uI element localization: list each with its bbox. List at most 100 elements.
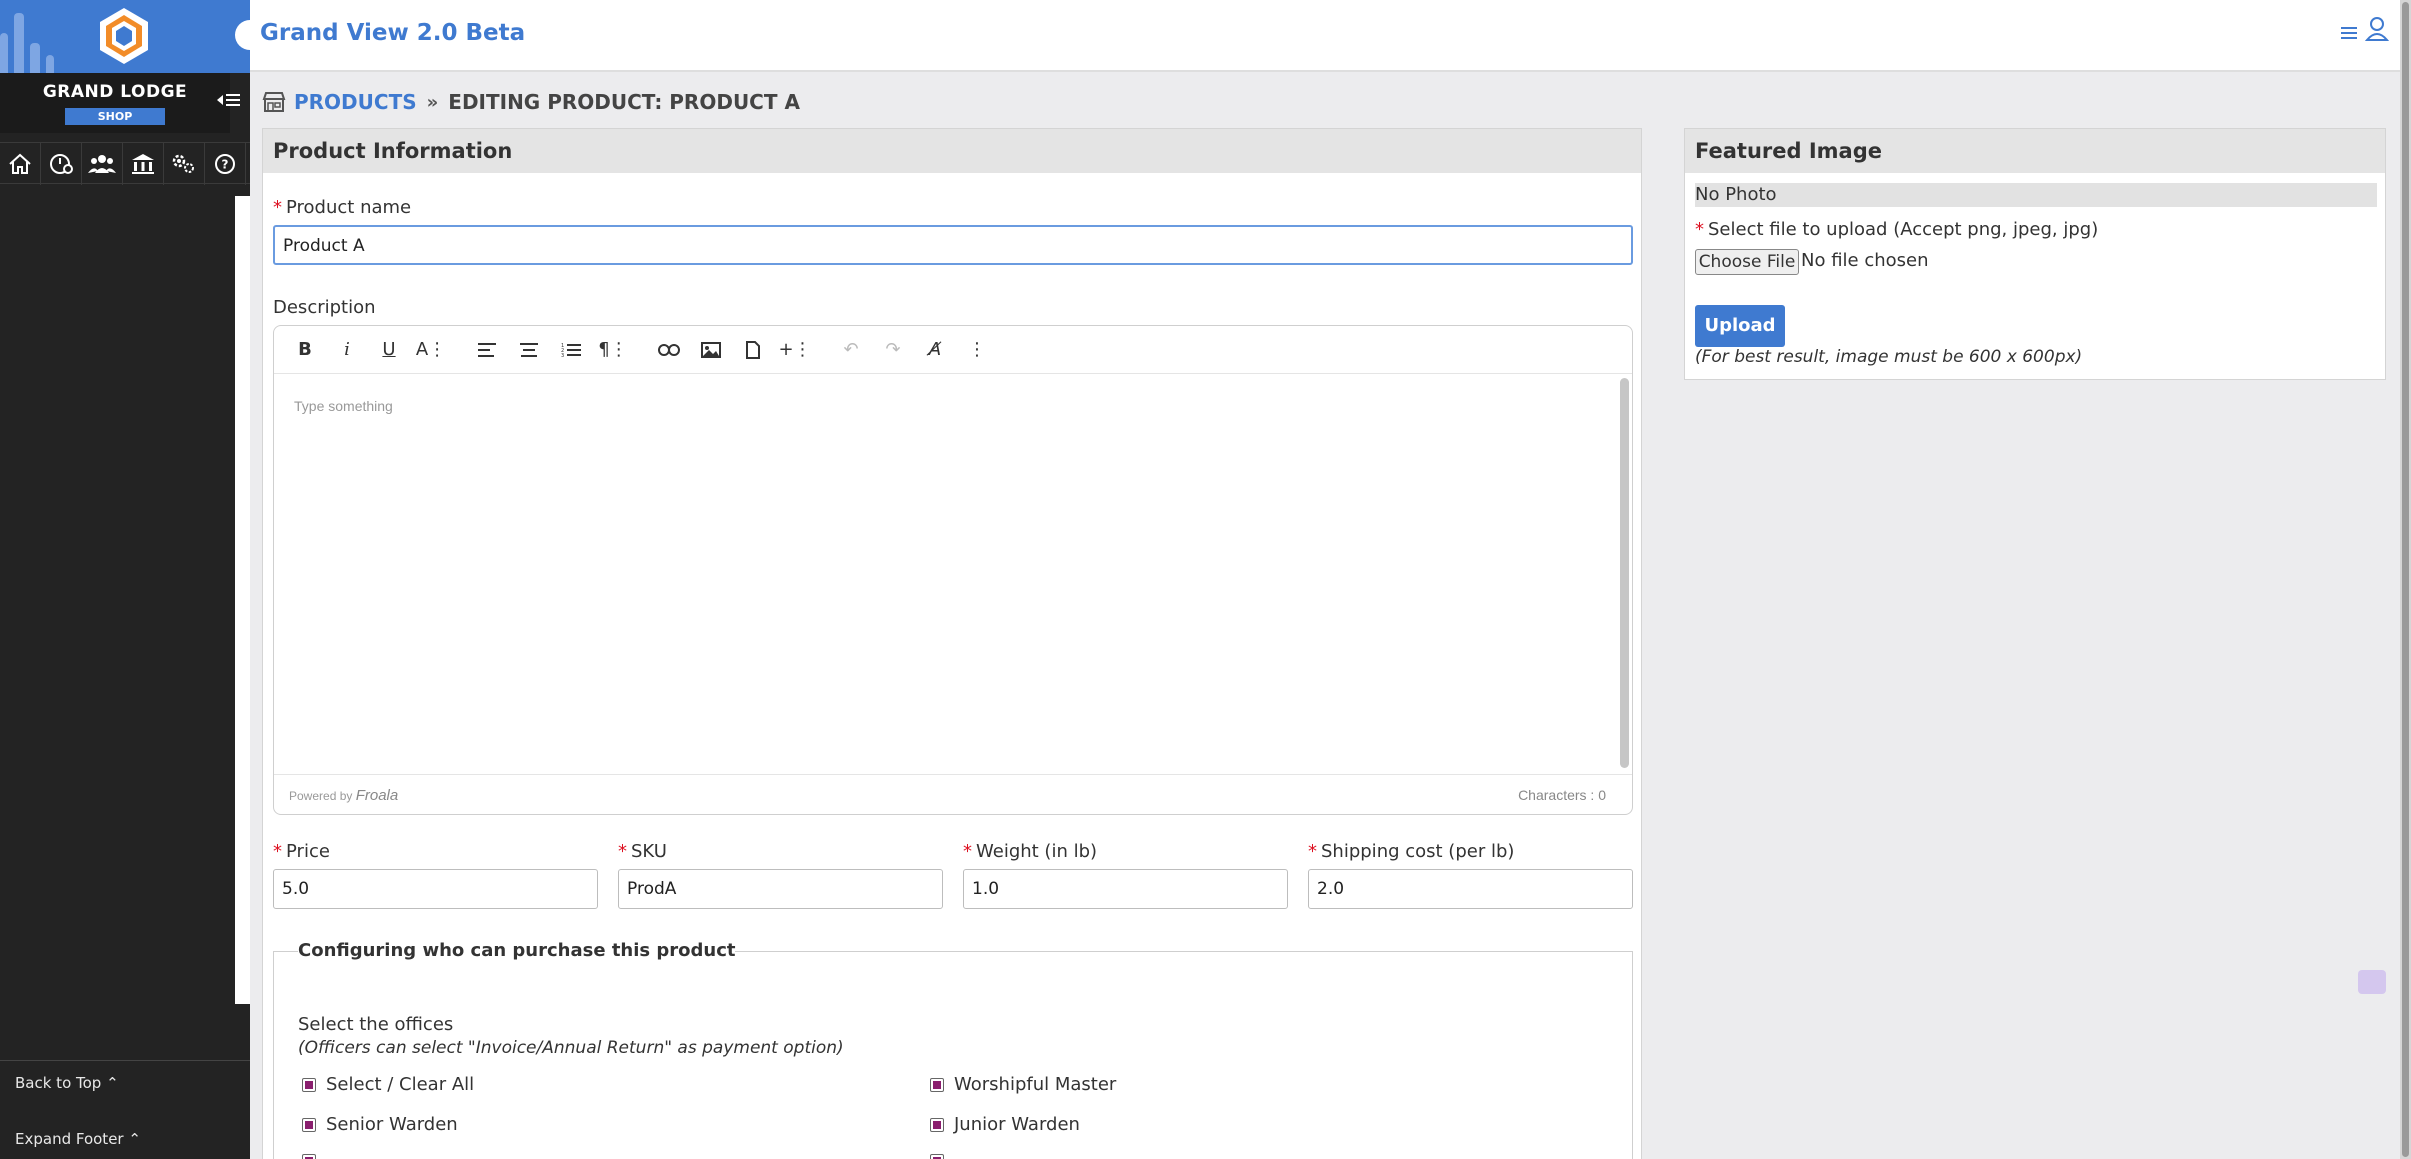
sidebar: GRAND LODGE SHOP ? Back to Top ⌃ Expand … (0, 0, 250, 1159)
sku-label: * SKU (618, 841, 667, 862)
align-center-icon (520, 342, 538, 357)
shipping-cost-input[interactable]: 2.0 (1308, 869, 1633, 909)
chevron-double-right-icon: » (426, 91, 439, 113)
bold-icon: B (298, 339, 312, 360)
shipping-cost-label: * Shipping cost (per lb) (1308, 841, 1515, 862)
collapse-menu-icon (217, 94, 240, 106)
select-file-label: * Select file to upload (Accept png, jpeg… (1695, 219, 2099, 240)
editor-toolbar: B i U A⋮ 123 ¶⋮ +⋮ ↶ ↷ A̸ ⋮ (274, 326, 1632, 374)
italic-button[interactable]: i (326, 330, 368, 370)
sidebar-panel-edge (235, 196, 250, 1004)
product-information-panel: Product Information * Product name Produc… (262, 128, 1642, 1159)
text-format-button[interactable]: A⋮ (410, 330, 452, 370)
hamburger-icon (2341, 27, 2357, 39)
user-icon (2364, 17, 2390, 41)
shop-store-icon (262, 91, 286, 113)
sku-input[interactable]: ProdA (618, 869, 943, 909)
office-option[interactable]: Worshipful Master (930, 1074, 1116, 1095)
price-input[interactable]: 5.0 (273, 869, 598, 909)
brand-name: GRAND LODGE (42, 82, 188, 102)
chat-widget-icon[interactable] (2358, 970, 2386, 994)
checkbox-checked[interactable] (302, 1117, 316, 1132)
clear-format-button[interactable]: A̸ (914, 330, 956, 370)
back-to-top-link[interactable]: Back to Top ⌃ (15, 1074, 119, 1092)
clear-format-icon: A̸ (928, 339, 942, 360)
ordered-list-button[interactable]: 123 (550, 330, 592, 370)
bold-button[interactable]: B (284, 330, 326, 370)
expand-footer-link[interactable]: Expand Footer ⌃ (15, 1130, 141, 1148)
powered-by[interactable]: Powered by Froala (289, 787, 398, 804)
home-icon (9, 153, 31, 174)
align-left-icon (478, 342, 496, 357)
top-header: Grand View 2.0 Beta (235, 0, 2400, 72)
purchase-config-legend: Configuring who can purchase this produc… (298, 940, 736, 961)
editor-footer: Powered by Froala Characters : 0 (274, 774, 1632, 814)
office-option-partial[interactable] (930, 1154, 954, 1159)
checkbox-checked[interactable] (930, 1154, 944, 1159)
no-file-chosen-text: No file chosen (1801, 250, 1929, 271)
dashboard-gauge-icon (50, 154, 73, 174)
link-icon (658, 343, 680, 356)
more-options-button[interactable]: ⋮ (956, 330, 998, 370)
italic-icon: i (344, 339, 350, 360)
lodge-building-icon (132, 154, 154, 174)
nav-lodges[interactable] (123, 143, 164, 185)
brand-text: GRAND LODGE SHOP (0, 73, 230, 133)
ordered-list-icon: 123 (561, 343, 581, 358)
office-option[interactable]: Select / Clear All (302, 1074, 474, 1095)
nav-home[interactable] (0, 143, 41, 185)
underline-button[interactable]: U (368, 330, 410, 370)
paragraph-icon: ¶⋮ (598, 339, 628, 360)
purchase-config-fieldset: Configuring who can purchase this produc… (273, 940, 1633, 1159)
checkbox-checked[interactable] (930, 1077, 944, 1092)
more-insert-button[interactable]: +⋮ (774, 330, 816, 370)
checkbox-checked[interactable] (302, 1154, 316, 1159)
nav-members[interactable] (82, 143, 123, 185)
image-size-hint: (For best result, image must be 600 x 60… (1695, 347, 2083, 367)
insert-image-button[interactable] (690, 330, 732, 370)
checkbox-checked[interactable] (302, 1077, 316, 1092)
nav-settings[interactable] (164, 143, 205, 185)
description-label: Description (273, 297, 376, 318)
page-scrollbar[interactable] (2400, 0, 2411, 1159)
page-scrollbar-thumb[interactable] (2402, 2, 2409, 1157)
checkbox-checked[interactable] (930, 1117, 944, 1132)
more-vertical-icon: ⋮ (968, 339, 986, 360)
redo-icon: ↷ (885, 339, 901, 360)
upload-button[interactable]: Upload (1695, 305, 1785, 347)
app-title: Grand View 2.0 Beta (260, 20, 526, 46)
undo-button[interactable]: ↶ (830, 330, 872, 370)
collapse-sidebar-button[interactable] (212, 90, 246, 116)
plus-more-icon: +⋮ (778, 339, 812, 360)
featured-image-heading: Featured Image (1685, 129, 2385, 173)
breadcrumb-current: EDITING PRODUCT: PRODUCT A (448, 90, 800, 114)
insert-file-button[interactable] (732, 330, 774, 370)
choose-file-button[interactable]: Choose File (1695, 249, 1799, 275)
undo-icon: ↶ (843, 339, 859, 360)
product-name-input[interactable]: Product A (273, 225, 1633, 265)
image-icon (701, 341, 721, 358)
office-option-partial[interactable] (302, 1154, 326, 1159)
insert-link-button[interactable] (648, 330, 690, 370)
product-information-heading: Product Information (263, 129, 1641, 173)
align-left-button[interactable] (466, 330, 508, 370)
paragraph-format-button[interactable]: ¶⋮ (592, 330, 634, 370)
nav-dashboard[interactable] (41, 143, 82, 185)
editor-scrollbar[interactable] (1620, 378, 1629, 768)
user-profile-button[interactable] (2364, 16, 2390, 46)
align-center-button[interactable] (508, 330, 550, 370)
menu-button[interactable] (2340, 20, 2358, 48)
character-count: Characters : 0 (1518, 787, 1606, 803)
redo-button[interactable]: ↷ (872, 330, 914, 370)
grand-lodge-logo-icon[interactable] (98, 6, 150, 66)
froala-logo: Froala (355, 787, 399, 804)
weight-input[interactable]: 1.0 (963, 869, 1288, 909)
nav-help[interactable]: ? (205, 143, 246, 185)
office-option[interactable]: Junior Warden (930, 1114, 1080, 1135)
price-label: * Price (273, 841, 330, 862)
weight-label: * Weight (in lb) (963, 841, 1098, 862)
description-textarea[interactable]: Type something (274, 374, 1632, 774)
featured-image-panel: Featured Image No Photo * Select file to … (1684, 128, 2386, 380)
office-option[interactable]: Senior Warden (302, 1114, 458, 1135)
breadcrumb-products-link[interactable]: PRODUCTS (294, 90, 417, 114)
